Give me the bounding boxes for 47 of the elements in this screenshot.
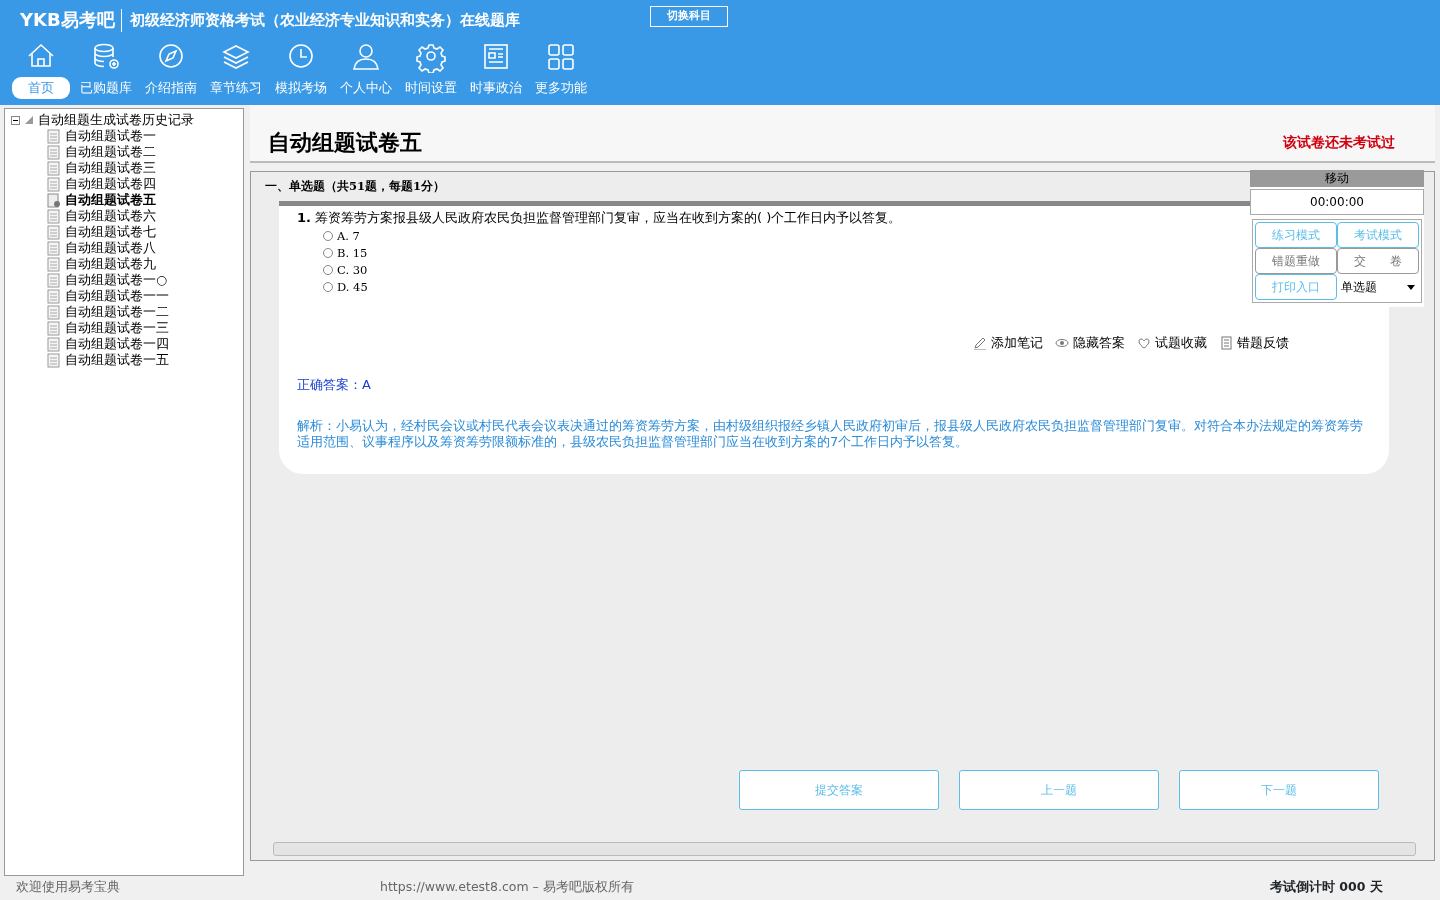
option-label[interactable]: A. 7 bbox=[337, 227, 360, 245]
document-icon bbox=[47, 336, 61, 352]
document-icon bbox=[47, 240, 61, 256]
document-icon bbox=[47, 256, 61, 272]
settings-icon[interactable] bbox=[414, 41, 447, 73]
action-link[interactable]: 隐藏答案 bbox=[1073, 333, 1125, 353]
exam-countdown: 考试倒计时 000 天 bbox=[1270, 877, 1383, 896]
correct-answer: 正确答案：A bbox=[297, 375, 372, 394]
document-icon bbox=[1219, 336, 1233, 351]
move-handle[interactable]: 移动 bbox=[1250, 170, 1424, 187]
horizontal-scrollbar[interactable] bbox=[273, 842, 1416, 856]
document-icon bbox=[47, 288, 61, 304]
question-text: 筹资筹劳方案报县级人民政府农民负担监督管理部门复审，应当在收到方案的( )个工作日内予以答复。 bbox=[315, 209, 902, 228]
document-icon bbox=[47, 128, 61, 144]
triangle-icon bbox=[24, 115, 34, 125]
document-icon bbox=[47, 160, 61, 176]
app-title: 初级经济师资格考试（农业经济专业知识和实务）在线题库 bbox=[120, 9, 520, 32]
action-link[interactable]: 错题反馈 bbox=[1237, 333, 1289, 353]
section-heading: 一、单选题（共51题，每题1分） bbox=[264, 178, 446, 195]
option-label[interactable]: D. 45 bbox=[337, 278, 368, 296]
heart-icon bbox=[1137, 336, 1151, 351]
document-icon bbox=[47, 304, 61, 320]
option-label[interactable]: C. 30 bbox=[337, 261, 368, 279]
answer-explanation: 解析：小易认为，经村民会议或村民代表会议表决通过的筹资筹劳方案，由村级组织报经乡镇人民政府初审后，报县级人民政府农民负担监督管理部门复审。对符合本办法规定的筹资筹劳适用范围、议事程序以及筹资筹劳限额标准的，县级农民负担监督管理部门应当在收到方案的7个工作日内予以答复。 bbox=[297, 418, 1364, 450]
document-icon bbox=[47, 224, 61, 240]
paper-title: 自动组题试卷五 bbox=[268, 128, 422, 157]
question-number: 1. bbox=[297, 209, 311, 228]
document-icon bbox=[47, 320, 61, 336]
status-copyright: https://www.etest8.com – 易考吧版权所有 bbox=[380, 877, 635, 896]
panel-button[interactable]: 交 卷 bbox=[1337, 248, 1419, 274]
panel-button[interactable]: 错题重做 bbox=[1255, 248, 1337, 274]
status-welcome: 欢迎使用易考宝典 bbox=[15, 877, 121, 896]
dropdown-caret-icon[interactable] bbox=[1407, 284, 1415, 290]
action-link[interactable]: 试题收藏 bbox=[1155, 333, 1207, 353]
pencil-icon bbox=[973, 336, 987, 351]
document-icon bbox=[47, 352, 61, 368]
document-icon bbox=[47, 208, 61, 224]
collapse-icon[interactable] bbox=[11, 115, 20, 125]
logo: YKB易考吧 bbox=[19, 8, 115, 32]
action-link[interactable]: 添加笔记 bbox=[991, 333, 1043, 353]
option-label[interactable]: B. 15 bbox=[337, 244, 368, 262]
exam-status-note: 该试卷还未考试过 bbox=[1283, 133, 1395, 152]
question-type-select[interactable]: 单选题 bbox=[1337, 274, 1419, 300]
document-icon bbox=[47, 272, 61, 288]
document-icon bbox=[47, 144, 61, 160]
timer-display: 00:00:00 bbox=[1250, 189, 1424, 215]
document-icon bbox=[47, 176, 61, 192]
